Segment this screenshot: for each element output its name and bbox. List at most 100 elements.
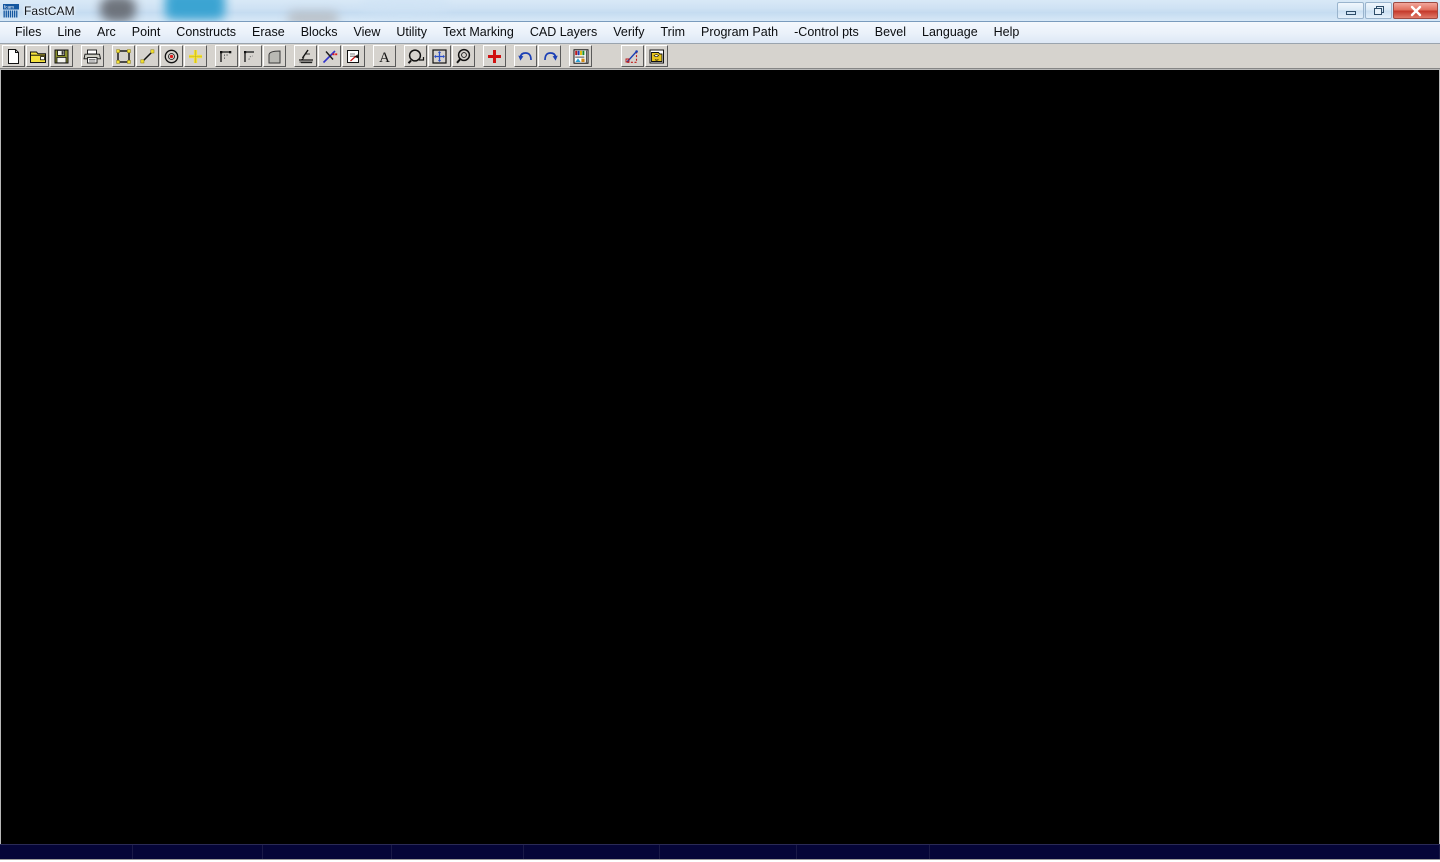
toolbar-separator (397, 45, 404, 67)
toolbar-zoom-extents-button[interactable] (428, 45, 451, 67)
toolbar-nesting-button[interactable] (569, 45, 592, 67)
menu-item-constructs[interactable]: Constructs (168, 23, 244, 42)
toolbar-line-button[interactable] (136, 45, 159, 67)
menu-item-files[interactable]: Files (7, 23, 49, 42)
close-button[interactable] (1393, 2, 1438, 19)
toolbar-open-button[interactable] (26, 45, 49, 67)
svg-text:fcam: fcam (4, 4, 14, 9)
toolbar-lead-in-button[interactable] (294, 45, 317, 67)
menu-item-point[interactable]: Point (124, 23, 169, 42)
menu-item-erase[interactable]: Erase (244, 23, 293, 42)
menu-item-text-marking[interactable]: Text Marking (435, 23, 522, 42)
status-cell (797, 845, 930, 859)
toolbar-separator (507, 45, 514, 67)
menu-item-program-path[interactable]: Program Path (693, 23, 786, 42)
printer-icon (83, 49, 102, 63)
canvas-container (0, 69, 1440, 844)
toolbar-zoom-previous-button[interactable] (452, 45, 475, 67)
exit-path-icon (347, 49, 359, 63)
status-cell (133, 845, 263, 859)
toolbar-circle-button[interactable] (160, 45, 183, 67)
menu-item-bevel[interactable]: Bevel (867, 23, 914, 42)
menu-item-line[interactable]: Line (49, 23, 89, 42)
menu-item-language[interactable]: Language (914, 23, 986, 42)
rectangle-icon (116, 48, 131, 64)
minimize-icon (1345, 10, 1356, 15)
zoom-window-icon (407, 48, 424, 64)
title-bar[interactable]: fcam FastCAM (0, 0, 1440, 22)
toolbar-radius-corner-button[interactable] (263, 45, 286, 67)
window-title: FastCAM (24, 3, 75, 18)
toolbar-new-button[interactable] (2, 45, 25, 67)
drawing-canvas[interactable] (1, 70, 1439, 844)
menu-item-view[interactable]: View (346, 23, 389, 42)
toolbar-text-button[interactable]: A (373, 45, 396, 67)
toolbar-corner-button[interactable] (215, 45, 238, 67)
dimension-icon (625, 49, 638, 63)
toolbar-save-button[interactable] (50, 45, 73, 67)
toolbar-zoom-window-button[interactable] (404, 45, 427, 67)
toolbar-redo-button[interactable] (538, 45, 561, 67)
status-cell (263, 845, 392, 859)
minimize-button[interactable] (1337, 2, 1364, 19)
menu-item-cad-layers[interactable]: CAD Layers (522, 23, 605, 42)
nesting-chart-icon (573, 48, 588, 64)
desktop-blur-blob (100, 0, 136, 21)
toolbar-rectangle-button[interactable] (112, 45, 135, 67)
toolbar-separator (476, 45, 483, 67)
line-icon (140, 49, 155, 63)
toolbar-separator (366, 45, 373, 67)
status-cell (0, 845, 133, 859)
menu-bar: Files Line Arc Point Constructs Erase Bl… (0, 22, 1440, 44)
toolbar-separator (287, 45, 294, 67)
svg-text:A: A (379, 50, 390, 65)
cut-path-icon (322, 49, 337, 63)
fastcam-logo-icon: fcam (3, 3, 19, 18)
toolbar-dimension-button[interactable] (621, 45, 644, 67)
close-icon (1410, 5, 1421, 16)
red-cross-icon (488, 49, 501, 63)
toolbar-cut-path-button[interactable] (318, 45, 341, 67)
toolbar-separator (74, 45, 81, 67)
toolbar-point-button[interactable] (184, 45, 207, 67)
open-folder-icon (29, 51, 46, 63)
fillet-icon (244, 50, 254, 62)
desktop-blur-blob (165, 0, 225, 20)
window-controls (1336, 1, 1438, 20)
radius-corner-icon (268, 49, 281, 63)
fastcam-window: fcam FastCAM Files Line Arc Point Constr… (0, 0, 1440, 862)
status-cell (660, 845, 797, 859)
restore-icon (1373, 6, 1384, 15)
toolbar-undo-button[interactable] (514, 45, 537, 67)
menu-item-arc[interactable]: Arc (89, 23, 124, 42)
menu-item-blocks[interactable]: Blocks (293, 23, 346, 42)
main-toolbar: A (0, 44, 1440, 69)
desktop-blur-blob (360, 0, 450, 16)
restore-button[interactable] (1365, 2, 1392, 19)
toolbar-pan-button[interactable] (483, 45, 506, 67)
desktop-blur-blob (288, 11, 338, 21)
menu-item-trim[interactable]: Trim (652, 23, 693, 42)
menu-item-utility[interactable]: Utility (388, 23, 435, 42)
menu-item-help[interactable]: Help (986, 23, 1028, 42)
status-cell (392, 845, 524, 859)
zoom-previous-icon (455, 48, 470, 63)
toolbar-separator (562, 45, 569, 67)
point-cross-icon (189, 49, 202, 63)
toolbar-fillet-button[interactable] (239, 45, 262, 67)
status-cell (930, 845, 1440, 859)
menu-item-verify[interactable]: Verify (605, 23, 652, 42)
undo-arrow-icon (517, 51, 532, 61)
toolbar-separator (208, 45, 215, 67)
lead-in-icon (298, 49, 313, 63)
corner-icon (220, 50, 232, 62)
toolbar-exit-path-button[interactable] (342, 45, 365, 67)
menu-item-control-pts[interactable]: -Control pts (786, 23, 867, 42)
toolbar-library-button[interactable] (645, 45, 668, 67)
text-a-icon: A (379, 50, 390, 65)
toolbar-print-button[interactable] (81, 45, 104, 67)
status-cell (524, 845, 660, 859)
toolbar-gap (593, 45, 621, 67)
circle-icon (164, 49, 179, 63)
zoom-extents-icon (432, 48, 447, 64)
